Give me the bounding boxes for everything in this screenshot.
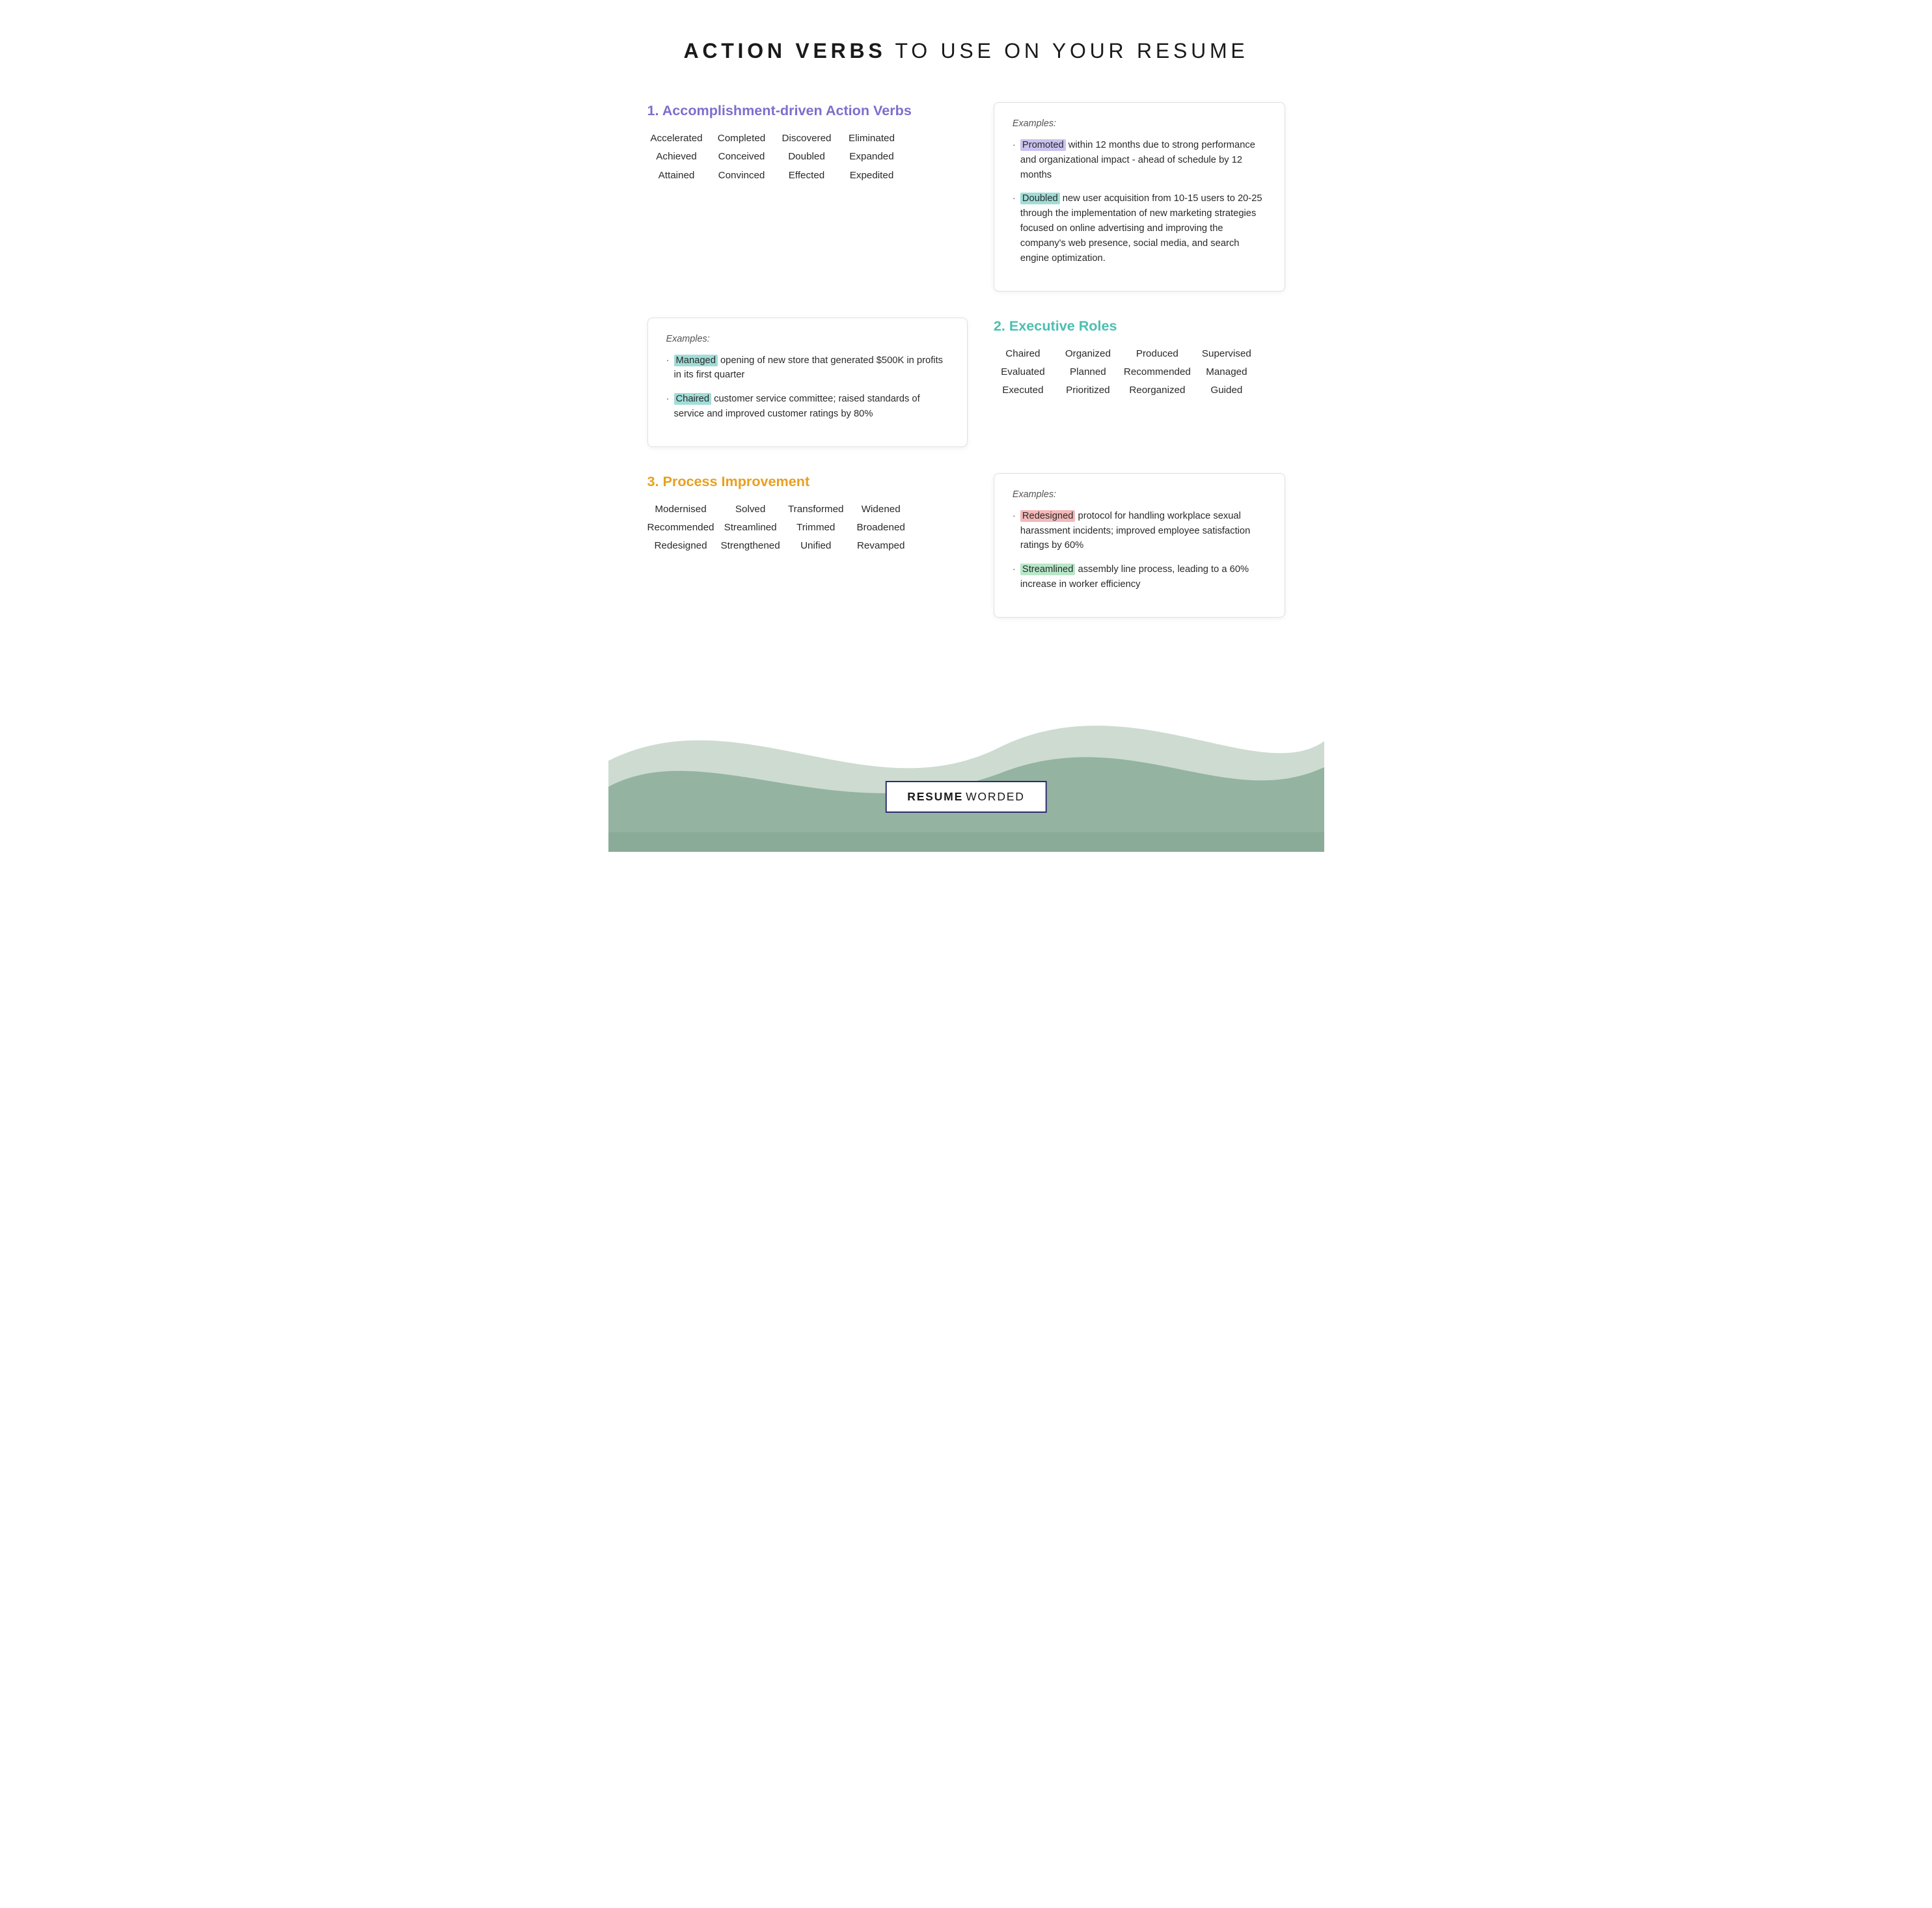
word: Eliminated xyxy=(849,131,895,146)
brand-resume: RESUME xyxy=(907,790,963,803)
word: Achieved xyxy=(656,149,696,165)
word: Attained xyxy=(659,168,695,184)
word: Doubled xyxy=(788,149,825,165)
highlight-chaired: Chaired xyxy=(674,393,712,405)
word-col-4: Eliminated Expanded Expedited xyxy=(843,131,901,184)
word-col-s2-4: Supervised Managed Guided xyxy=(1197,346,1256,399)
section2-example-2: Chaired customer service committee; rais… xyxy=(666,392,949,422)
word-col-s3-2: Solved Streamlined Strengthened xyxy=(721,502,780,554)
section1-left: 1. Accomplishment-driven Action Verbs Ac… xyxy=(647,102,968,292)
word: Redesigned xyxy=(654,538,707,554)
section3-left: 3. Process Improvement Modernised Recomm… xyxy=(647,473,968,618)
main-content: 1. Accomplishment-driven Action Verbs Ac… xyxy=(608,89,1324,618)
word: Completed xyxy=(718,131,765,146)
word: Reorganized xyxy=(1129,383,1185,398)
word: Planned xyxy=(1070,364,1106,380)
title-light: TO USE ON YOUR RESUME xyxy=(886,39,1248,62)
section3-heading: 3. Process Improvement xyxy=(647,473,968,490)
word: Evaluated xyxy=(1001,364,1045,380)
word: Solved xyxy=(735,502,765,517)
word: Modernised xyxy=(655,502,706,517)
section3-row: 3. Process Improvement Modernised Recomm… xyxy=(647,473,1285,618)
word: Expedited xyxy=(850,168,894,184)
section2-right: 2. Executive Roles Chaired Evaluated Exe… xyxy=(994,318,1285,447)
section1-row: 1. Accomplishment-driven Action Verbs Ac… xyxy=(647,102,1285,292)
highlight-streamlined: Streamlined xyxy=(1020,564,1076,575)
highlight-managed: Managed xyxy=(674,355,718,366)
word-col-s3-4: Widened Broadened Revamped xyxy=(852,502,910,554)
section3-example-box: Examples: Redesigned protocol for handli… xyxy=(994,473,1285,618)
section3-right: Examples: Redesigned protocol for handli… xyxy=(994,473,1285,618)
highlight-promoted: Promoted xyxy=(1020,139,1066,151)
word: Recommended xyxy=(647,520,714,536)
word-col-s2-3: Produced Recommended Reorganized xyxy=(1124,346,1191,399)
word-col-s3-3: Transformed Trimmed Unified xyxy=(787,502,845,554)
word: Unified xyxy=(800,538,831,554)
word: Guided xyxy=(1210,383,1242,398)
word: Widened xyxy=(862,502,901,517)
word: Discovered xyxy=(782,131,832,146)
word: Managed xyxy=(1206,364,1247,380)
header: ACTION VERBS TO USE ON YOUR RESUME xyxy=(608,0,1324,89)
word: Streamlined xyxy=(724,520,777,536)
wave-section: RESUMEWORDED xyxy=(608,644,1324,852)
page-title: ACTION VERBS TO USE ON YOUR RESUME xyxy=(634,39,1298,63)
word-col-1: Accelerated Achieved Attained xyxy=(647,131,706,184)
brand-box: RESUMEWORDED xyxy=(885,781,1047,813)
word: Executed xyxy=(1002,383,1043,398)
highlight-doubled: Doubled xyxy=(1020,193,1060,204)
section2-example-label: Examples: xyxy=(666,334,949,344)
section3-example-1: Redesigned protocol for handling workpla… xyxy=(1013,509,1266,553)
section3-example-label: Examples: xyxy=(1013,489,1266,500)
word: Supervised xyxy=(1202,346,1251,362)
word: Organized xyxy=(1065,346,1111,362)
brand-worded: WORDED xyxy=(966,790,1025,803)
word: Produced xyxy=(1136,346,1178,362)
section1-heading: 1. Accomplishment-driven Action Verbs xyxy=(647,102,968,119)
word: Accelerated xyxy=(650,131,702,146)
section2-example-box: Examples: Managed opening of new store t… xyxy=(647,318,968,447)
word: Conceived xyxy=(718,149,765,165)
section1-example-2: Doubled new user acquisition from 10-15 … xyxy=(1013,191,1266,266)
word-col-s2-2: Organized Planned Prioritized xyxy=(1059,346,1117,399)
word-col-3: Discovered Doubled Effected xyxy=(778,131,836,184)
highlight-redesigned: Redesigned xyxy=(1020,510,1076,522)
word: Trimmed xyxy=(796,520,835,536)
section1-example-1: Promoted within 12 months due to strong … xyxy=(1013,138,1266,182)
word: Chaired xyxy=(1005,346,1040,362)
word-col-s2-1: Chaired Evaluated Executed xyxy=(994,346,1052,399)
word: Prioritized xyxy=(1066,383,1110,398)
section1-word-grid: Accelerated Achieved Attained Completed … xyxy=(647,131,968,184)
section2-word-grid: Chaired Evaluated Executed Organized Pla… xyxy=(994,346,1285,399)
section1-example-box: Examples: Promoted within 12 months due … xyxy=(994,102,1285,292)
section2-left: Examples: Managed opening of new store t… xyxy=(647,318,968,447)
word-col-s3-1: Modernised Recommended Redesigned xyxy=(647,502,714,554)
section2-row: Examples: Managed opening of new store t… xyxy=(647,318,1285,447)
word: Convinced xyxy=(718,168,765,184)
page: ACTION VERBS TO USE ON YOUR RESUME 1. Ac… xyxy=(608,0,1324,852)
word-col-2: Completed Conceived Convinced xyxy=(713,131,771,184)
section3-word-grid: Modernised Recommended Redesigned Solved… xyxy=(647,502,968,554)
word: Transformed xyxy=(788,502,844,517)
word: Revamped xyxy=(857,538,905,554)
section2-example-1: Managed opening of new store that genera… xyxy=(666,353,949,383)
word: Recommended xyxy=(1124,364,1191,380)
word: Strengthened xyxy=(721,538,780,554)
footer-brand-wrapper: RESUMEWORDED xyxy=(885,781,1047,813)
word: Broadened xyxy=(857,520,905,536)
section3-example-2: Streamlined assembly line process, leadi… xyxy=(1013,562,1266,592)
word: Effected xyxy=(789,168,824,184)
section2-heading: 2. Executive Roles xyxy=(994,318,1285,334)
section1-right: Examples: Promoted within 12 months due … xyxy=(994,102,1285,292)
word: Expanded xyxy=(849,149,893,165)
wave-svg xyxy=(608,644,1324,852)
title-bold: ACTION VERBS xyxy=(684,39,886,62)
section1-example-label: Examples: xyxy=(1013,118,1266,129)
